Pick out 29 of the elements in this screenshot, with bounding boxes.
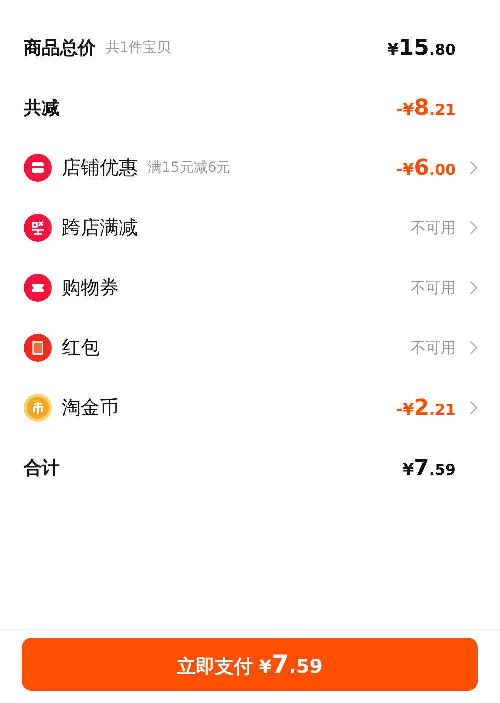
cross-store-icon <box>24 214 52 242</box>
row-label: 购物券 <box>62 276 119 301</box>
row-label: 商品总价 <box>24 37 96 60</box>
amount: ¥7.59 <box>402 456 456 480</box>
pay-button[interactable]: 立即支付 ¥7.59 <box>22 638 478 691</box>
chevron-right-icon[interactable] <box>470 161 478 175</box>
chevron-right-icon[interactable] <box>470 341 478 355</box>
amount: -¥6.00 <box>396 156 456 180</box>
row-label: 淘金币 <box>62 396 119 421</box>
coin-icon <box>24 394 52 422</box>
envelope-icon <box>24 334 52 362</box>
status-text: 不可用 <box>411 218 456 238</box>
chevron-right-icon[interactable] <box>470 281 478 295</box>
row-label: 合计 <box>24 457 60 480</box>
amount: -¥2.21 <box>396 396 456 420</box>
amount: -¥8.21 <box>396 96 456 120</box>
chevron-right-icon[interactable] <box>470 221 478 235</box>
ticket-icon <box>24 274 52 302</box>
row-label: 红包 <box>62 336 100 361</box>
row-label: 店铺优惠 <box>62 156 138 181</box>
row-note: 满15元减6元 <box>148 159 231 177</box>
row-note: 共1件宝贝 <box>106 39 171 57</box>
status-text: 不可用 <box>411 278 456 298</box>
status-text: 不可用 <box>411 338 456 358</box>
chevron-right-icon[interactable] <box>470 401 478 415</box>
row-label: 共减 <box>24 97 60 120</box>
shop-icon <box>24 154 52 182</box>
row-label: 跨店满减 <box>62 216 138 241</box>
amount: ¥15.80 <box>388 36 456 60</box>
